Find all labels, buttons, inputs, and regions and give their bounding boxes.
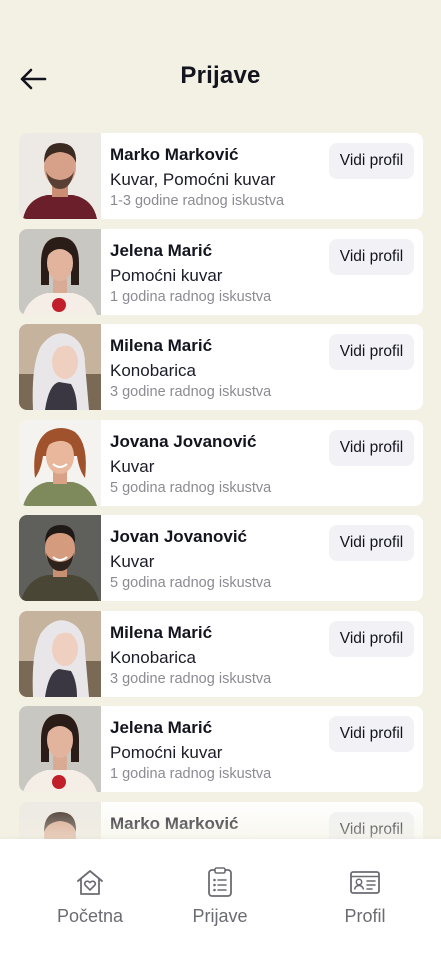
view-profile-button[interactable]: Vidi profil [329, 716, 414, 752]
applicant-card[interactable]: Marko Marković Kuvar, Pomoćni kuvar 1-3 … [19, 133, 423, 219]
applicant-experience: 1 godina radnog iskustva [110, 288, 272, 305]
avatar [19, 515, 101, 601]
applicant-card[interactable]: Jelena Marić Pomoćni kuvar 1 godina radn… [19, 706, 423, 792]
view-profile-button[interactable]: Vidi profil [329, 429, 414, 466]
nav-item-profile[interactable]: Profil [305, 866, 425, 927]
applicant-experience: 5 godina radnog iskustva [110, 479, 272, 496]
avatar [19, 419, 101, 506]
applicant-list: Marko Marković Kuvar, Pomoćni kuvar 1-3 … [19, 133, 423, 897]
applicant-card[interactable]: Milena Marić Konobarica 3 godine radnog … [19, 324, 423, 410]
bottom-navigation: Početna Prijave Profil [0, 839, 441, 955]
applicant-card[interactable]: Jovana Jovanović Kuvar 5 godina radnog i… [19, 419, 423, 506]
view-profile-button[interactable]: Vidi profil [329, 620, 414, 657]
nav-label: Početna [56, 906, 124, 926]
home-heart-icon [77, 870, 103, 895]
app-header: Prijave [0, 0, 441, 125]
page-title: Prijave [180, 62, 261, 89]
view-profile-button[interactable]: Vidi profil [329, 143, 414, 179]
applicant-experience: 3 godine radnog iskustva [110, 384, 272, 400]
applicant-experience: 1 godina radnog iskustva [110, 766, 272, 782]
avatar [19, 133, 101, 219]
nav-item-home[interactable]: Početna [30, 866, 150, 927]
view-profile-button[interactable]: Vidi profil [329, 238, 414, 275]
view-profile-button[interactable]: Vidi profil [329, 334, 414, 370]
applicant-experience: 5 godina radnog iskustva [110, 575, 272, 591]
avatar [19, 228, 101, 315]
avatar [19, 324, 101, 410]
applicant-experience: 3 godine radnog iskustva [110, 670, 272, 687]
applicant-card[interactable]: Jelena Marić Pomoćni kuvar 1 godina radn… [19, 228, 423, 315]
avatar [19, 706, 101, 792]
applicant-card[interactable]: Milena Marić Konobarica 3 godine radnog … [19, 610, 423, 697]
id-card-icon [350, 871, 380, 894]
clipboard-list-icon [208, 867, 232, 897]
nav-label: Prijave [192, 906, 248, 926]
applicant-card[interactable]: Jovan Jovanović Kuvar 5 godina radnog is… [19, 515, 423, 601]
view-profile-button[interactable]: Vidi profil [329, 525, 414, 561]
avatar [19, 610, 101, 697]
nav-label: Profil [344, 906, 386, 926]
nav-item-applications[interactable]: Prijave [160, 866, 280, 927]
applicant-experience: 1-3 godine radnog iskustva [110, 193, 285, 209]
